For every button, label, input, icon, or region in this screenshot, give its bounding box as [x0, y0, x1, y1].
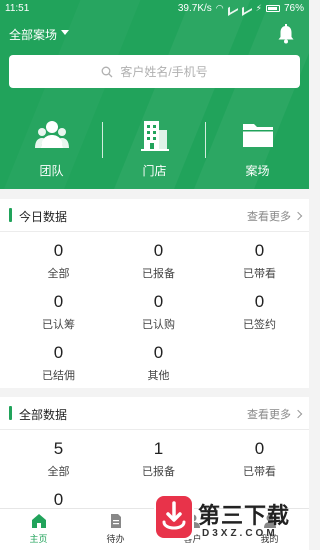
stat-label: 其他: [147, 370, 170, 382]
watermark-domain: D3XZ.COM: [202, 528, 278, 539]
stat-label: 已带看: [243, 268, 276, 280]
nav-venue[interactable]: 案场: [206, 118, 309, 178]
stat-value: 0: [254, 292, 265, 311]
status-bar: 11:51 39.7K/s ◠ ⚡ 76%: [0, 0, 309, 18]
today-data-card: 今日数据 查看更多 0 全部 0 已报备 0 已带看 0 已认筹 0 已认购 0…: [0, 199, 309, 388]
stat-item[interactable]: 0 已认筹: [7, 292, 110, 332]
stat-value: 0: [53, 292, 64, 311]
view-more-label: 查看更多: [247, 409, 291, 421]
status-time: 11:51: [5, 3, 30, 14]
stat-item[interactable]: 0 其他: [107, 343, 210, 383]
nav-team-label: 团队: [39, 164, 64, 178]
tab-todo[interactable]: 待办: [77, 513, 154, 545]
stat-item[interactable]: 0: [7, 490, 110, 508]
stat-label: 已带看: [243, 466, 276, 478]
chevron-down-icon: [61, 30, 70, 35]
battery-icon: [265, 5, 280, 12]
stat-label: 已结佣: [42, 370, 75, 382]
nav-venue-label: 案场: [245, 164, 270, 178]
battery-level: 76%: [283, 3, 304, 14]
stat-item[interactable]: 0 全部: [7, 241, 110, 281]
folder-icon: [242, 124, 273, 147]
view-more-label: 查看更多: [247, 211, 291, 223]
charging-icon: ⚡: [255, 3, 262, 13]
stat-label: 已报备: [142, 466, 175, 478]
search-icon: [101, 66, 113, 77]
store-icon: [140, 121, 169, 151]
stat-value: 0: [53, 490, 64, 508]
nav-team[interactable]: 团队: [0, 118, 103, 178]
stat-label: 已认购: [142, 319, 175, 331]
todo-icon: [110, 514, 121, 528]
nav-store[interactable]: 门店: [103, 118, 206, 178]
bell-icon[interactable]: [277, 24, 295, 44]
stat-item[interactable]: 0 已认购: [107, 292, 210, 332]
view-more-link[interactable]: 查看更多: [247, 208, 303, 224]
stat-value: 0: [153, 343, 164, 362]
stat-label: 已认筹: [42, 319, 75, 331]
stat-value: 5: [53, 439, 64, 458]
signal-icon: [227, 1, 238, 16]
chevron-right-icon: [293, 409, 303, 419]
stat-label: 全部: [47, 466, 70, 478]
wifi-icon: ◠: [215, 3, 224, 13]
project-selector-label: 全部案场: [9, 28, 58, 42]
stat-item[interactable]: 0 已签约: [208, 292, 311, 332]
card-title: 全部数据: [19, 408, 68, 422]
search-input[interactable]: 客户姓名/手机号: [9, 55, 300, 88]
signal-icon-2: [241, 1, 252, 16]
accent-bar: [9, 406, 12, 420]
card-header: 全部数据 查看更多: [0, 397, 309, 430]
stat-value: 0: [254, 439, 265, 458]
stat-item[interactable]: 0 已带看: [208, 241, 311, 281]
header: 11:51 39.7K/s ◠ ⚡ 76% 全部案场 客户姓名/手机号 团队 门…: [0, 0, 309, 189]
view-more-link[interactable]: 查看更多: [247, 406, 303, 422]
stat-item[interactable]: 5 全部: [7, 439, 110, 479]
chevron-right-icon: [293, 211, 303, 221]
stat-value: 1: [153, 439, 164, 458]
accent-bar: [9, 208, 12, 222]
nav-store-label: 门店: [142, 164, 167, 178]
stat-item[interactable]: 0 已结佣: [7, 343, 110, 383]
stat-item[interactable]: 0 已带看: [208, 439, 309, 479]
watermark-name: 第三下载: [198, 504, 291, 529]
card-title: 今日数据: [19, 210, 68, 224]
stat-value: 0: [53, 343, 64, 362]
stat-item[interactable]: 1 已报备: [107, 439, 210, 479]
network-speed: 39.7K/s: [177, 3, 212, 14]
stat-value: 0: [153, 292, 164, 311]
project-selector[interactable]: 全部案场: [9, 26, 70, 43]
stat-label: 全部: [47, 268, 70, 280]
stat-value: 0: [254, 241, 265, 260]
search-placeholder: 客户姓名/手机号: [120, 65, 208, 79]
home-icon: [31, 514, 46, 528]
stat-label: 已报备: [142, 268, 175, 280]
watermark: 第三下载 D3XZ.COM: [150, 490, 309, 550]
team-icon: [34, 121, 69, 148]
stat-item[interactable]: 0 已报备: [107, 241, 210, 281]
stat-label: 已签约: [243, 319, 276, 331]
card-header: 今日数据 查看更多: [0, 199, 309, 232]
d3xz-logo-icon: [154, 494, 194, 540]
stat-value: 0: [53, 241, 64, 260]
tab-label: 待办: [106, 534, 125, 544]
tab-label: 主页: [29, 534, 48, 544]
stat-value: 0: [153, 241, 164, 260]
tab-home[interactable]: 主页: [0, 513, 77, 545]
